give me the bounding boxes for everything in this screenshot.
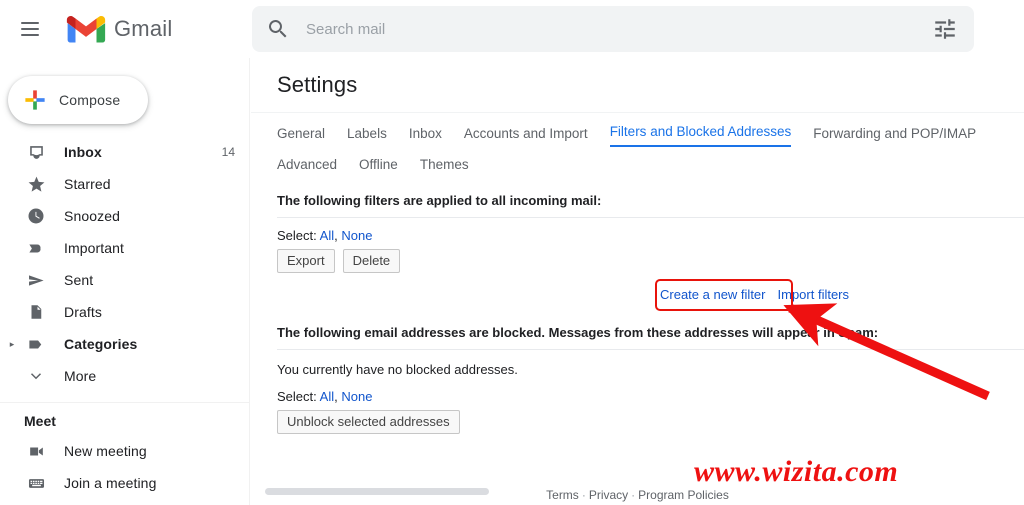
search-bar[interactable] — [252, 6, 974, 52]
keyboard-icon — [26, 473, 46, 493]
sidebar-item-label: New meeting — [64, 443, 147, 459]
settings-tabs-row-1: General Labels Inbox Accounts and Import… — [277, 113, 1024, 147]
settings-tabs: General Labels Inbox Accounts and Import… — [251, 112, 1024, 181]
brand-name: Gmail — [114, 16, 173, 41]
unblock-selected-addresses-button[interactable]: Unblock selected addresses — [277, 410, 460, 434]
compose-label: Compose — [59, 92, 121, 108]
tab-offline[interactable]: Offline — [359, 157, 398, 172]
filters-select-line: Select: All, None — [277, 218, 1024, 249]
sidebar-item-inbox[interactable]: Inbox 14 — [0, 136, 249, 168]
sidebar: Compose Inbox 14 Starred Snoozed Importa… — [0, 58, 250, 505]
hamburger-bar — [21, 34, 39, 37]
sidebar-item-sent[interactable]: Sent — [0, 264, 249, 296]
brand[interactable]: Gmail — [66, 14, 172, 44]
meet-section-title: Meet — [24, 413, 56, 429]
blocked-section-heading: The following email addresses are blocke… — [277, 325, 879, 340]
search-input[interactable] — [304, 19, 932, 39]
select-label: Select: — [277, 228, 317, 243]
sidebar-item-new-meeting[interactable]: New meeting — [0, 435, 249, 467]
export-button[interactable]: Export — [277, 249, 335, 273]
filters-content: The following filters are applied to all… — [251, 181, 1024, 434]
tab-accounts-and-import[interactable]: Accounts and Import — [464, 126, 588, 147]
tab-themes[interactable]: Themes — [420, 157, 469, 172]
select-label: Select: — [277, 389, 317, 404]
chevron-down-icon — [26, 366, 46, 386]
inbox-icon — [26, 142, 46, 162]
plus-icon — [25, 90, 45, 110]
import-filters-link[interactable]: Import filters — [778, 287, 850, 302]
select-all-link[interactable]: All — [320, 389, 334, 404]
sidebar-item-label: Drafts — [64, 304, 102, 320]
select-none-link[interactable]: None — [341, 228, 372, 243]
tab-forwarding-and-pop-imap[interactable]: Forwarding and POP/IMAP — [813, 126, 976, 147]
label-icon — [26, 334, 46, 354]
sidebar-item-important[interactable]: Important — [0, 232, 249, 264]
sidebar-item-label: Categories — [64, 336, 138, 352]
sidebar-item-more[interactable]: More — [0, 360, 249, 392]
horizontal-scrollbar-thumb[interactable] — [265, 488, 489, 495]
tab-filters-and-blocked-addresses[interactable]: Filters and Blocked Addresses — [609, 124, 792, 147]
sidebar-item-label: Snoozed — [64, 208, 120, 224]
sidebar-nav: Inbox 14 Starred Snoozed Important Sent … — [0, 136, 249, 499]
hamburger-bar — [21, 28, 39, 30]
select-comma: , — [334, 228, 338, 243]
tab-inbox[interactable]: Inbox — [409, 126, 442, 147]
select-none-link[interactable]: None — [341, 389, 372, 404]
label-important-icon — [26, 238, 46, 258]
sidebar-item-join-meeting[interactable]: Join a meeting — [0, 467, 249, 499]
sidebar-item-label: Sent — [64, 272, 94, 288]
blocked-select-line: Select: All, None — [277, 379, 1024, 410]
delete-button[interactable]: Delete — [342, 249, 401, 273]
main-content: Settings General Labels Inbox Accounts a… — [251, 58, 1024, 505]
clock-icon — [26, 206, 46, 226]
page-title: Settings — [277, 72, 358, 97]
create-a-new-filter-link[interactable]: Create a new filter — [660, 287, 766, 302]
sidebar-item-label: Inbox — [64, 144, 102, 160]
hamburger-menu-icon[interactable] — [10, 9, 50, 49]
star-icon — [26, 174, 46, 194]
blocked-empty-note: You currently have no blocked addresses. — [277, 362, 518, 377]
sidebar-item-label: Important — [64, 240, 125, 256]
search-icon — [268, 19, 287, 38]
settings-tabs-row-2: Advanced Offline Themes — [277, 147, 1024, 181]
tab-advanced[interactable]: Advanced — [277, 157, 337, 172]
blocked-button-row: Unblock selected addresses — [277, 410, 1024, 434]
tab-labels[interactable]: Labels — [347, 126, 387, 147]
hamburger-bar — [21, 21, 39, 24]
filters-button-row: Export Delete — [277, 249, 1024, 273]
gmail-settings-screen: Gmail Compose — [0, 0, 1024, 505]
tune-icon[interactable] — [932, 16, 958, 42]
compose-button[interactable]: Compose — [8, 76, 148, 124]
top-app-bar: Gmail — [0, 0, 1024, 58]
chevron-right-icon[interactable]: ▸ — [4, 339, 20, 349]
sidebar-item-count: 14 — [221, 145, 235, 159]
filter-action-links: Create a new filter Import filters — [660, 287, 849, 302]
sidebar-item-label: Join a meeting — [64, 475, 157, 491]
watermark: www.wizita.com — [694, 455, 899, 488]
sidebar-item-categories[interactable]: ▸ Categories — [0, 328, 249, 360]
select-comma: , — [334, 389, 338, 404]
video-camera-icon — [26, 441, 46, 461]
draft-icon — [26, 302, 46, 322]
sidebar-item-label: More — [64, 368, 97, 384]
filters-section-heading: The following filters are applied to all… — [277, 193, 602, 208]
sidebar-item-drafts[interactable]: Drafts — [0, 296, 249, 328]
send-icon — [26, 270, 46, 290]
sidebar-item-snoozed[interactable]: Snoozed — [0, 200, 249, 232]
sidebar-item-label: Starred — [64, 176, 111, 192]
select-all-link[interactable]: All — [320, 228, 334, 243]
sidebar-item-starred[interactable]: Starred — [0, 168, 249, 200]
tab-general[interactable]: General — [277, 126, 325, 147]
gmail-logo-icon — [66, 16, 106, 43]
